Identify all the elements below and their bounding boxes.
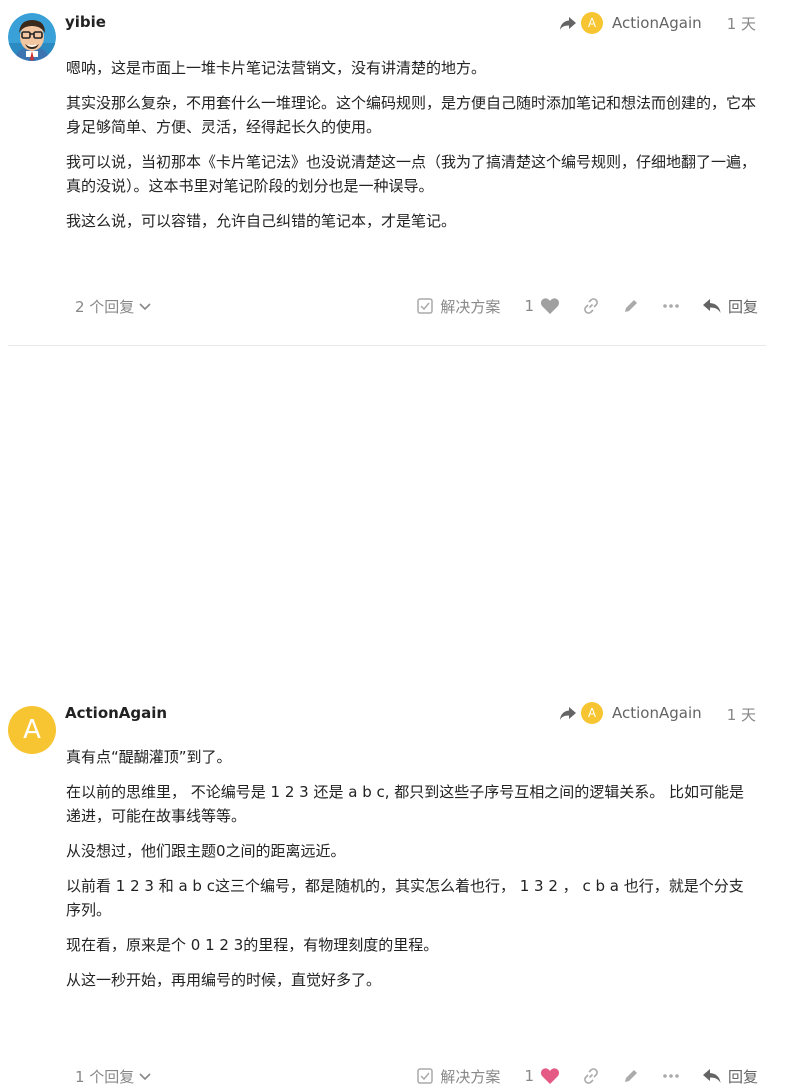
reply-to-avatar: A <box>581 702 603 724</box>
solution-button[interactable]: 解决方案 <box>416 1066 500 1087</box>
post-actions: 2 个回复 解决方案 1 回复 <box>66 291 766 321</box>
reply-to-indicator[interactable]: A ActionAgain <box>559 12 702 34</box>
post-paragraph: 我这么说，可以容错，允许自己纠错的笔记本，才是笔记。 <box>66 212 457 230</box>
reply-label: 回复 <box>727 1067 758 1086</box>
reply-arrow-icon <box>560 707 576 720</box>
like-count: 1 <box>524 1067 534 1085</box>
reply-button[interactable]: 回复 <box>702 296 758 317</box>
like-count: 1 <box>524 297 534 315</box>
chevron-down-icon <box>139 1073 151 1081</box>
checkbox-icon <box>417 1068 434 1084</box>
post-paragraph: 在以前的思维里， 不论编号是 1 2 3 还是 a b c, 都只到这些子序号互… <box>66 783 745 825</box>
reply-arrow-icon <box>560 17 576 30</box>
reply-to-username: ActionAgain <box>612 704 702 722</box>
post-paragraph: 从这一秒开始，再用编号的时候，直觉好多了。 <box>66 971 382 989</box>
replies-toggle-button[interactable]: 2 个回复 <box>75 296 152 317</box>
post-2: A ActionAgain A ActionAgain 1 天 真有点“醍醐灌顶… <box>0 345 788 1086</box>
reply-icon <box>702 299 721 313</box>
link-icon[interactable] <box>582 297 600 315</box>
replies-toggle-button[interactable]: 1 个回复 <box>75 1066 152 1087</box>
solution-label: 解决方案 <box>440 297 501 316</box>
user-avatar[interactable] <box>8 13 56 61</box>
more-icon[interactable] <box>662 1067 680 1085</box>
like-button[interactable]: 1 <box>524 1067 560 1085</box>
pencil-icon[interactable] <box>622 1067 640 1085</box>
replies-count-label: 1 个回复 <box>75 1067 135 1086</box>
link-icon[interactable] <box>582 1067 600 1085</box>
post-username[interactable]: yibie <box>65 13 106 31</box>
post-paragraph: 其实没那么复杂，不用套什么一堆理论。这个编码规则，是方便自己随时添加笔记和想法而… <box>66 94 757 136</box>
chevron-down-icon <box>139 303 151 311</box>
like-button[interactable]: 1 <box>524 297 560 315</box>
solution-button[interactable]: 解决方案 <box>416 296 500 317</box>
heart-icon <box>540 1068 560 1084</box>
post-1: yibie A ActionAgain 1 天 嗯呐，这是市面上一堆卡片笔记法营… <box>0 0 788 345</box>
post-date[interactable]: 1 天 <box>727 13 756 34</box>
post-paragraph: 从没想过，他们跟主题0之间的距离远近。 <box>66 842 346 860</box>
reply-to-username: ActionAgain <box>612 14 702 32</box>
replies-count-label: 2 个回复 <box>75 297 135 316</box>
avatar-image <box>8 13 56 61</box>
reply-button[interactable]: 回复 <box>702 1066 758 1087</box>
user-avatar[interactable]: A <box>8 706 56 754</box>
post-paragraph: 现在看，原来是个 0 1 2 3的里程，有物理刻度的里程。 <box>66 936 439 954</box>
post-username[interactable]: ActionAgain <box>65 704 167 722</box>
post-paragraph: 我可以说，当初那本《卡片笔记法》也没说清楚这一点（我为了搞清楚这个编号规则，仔细… <box>66 153 757 195</box>
reply-to-indicator[interactable]: A ActionAgain <box>559 702 702 724</box>
reply-label: 回复 <box>727 297 758 316</box>
more-icon[interactable] <box>662 297 680 315</box>
reply-to-avatar: A <box>581 12 603 34</box>
post-paragraph: 真有点“醍醐灌顶”到了。 <box>66 748 232 766</box>
post-paragraph: 嗯呐，这是市面上一堆卡片笔记法营销文，没有讲清楚的地方。 <box>66 59 487 77</box>
heart-icon <box>540 298 560 314</box>
post-date[interactable]: 1 天 <box>727 704 756 725</box>
post-body: 嗯呐，这是市面上一堆卡片笔记法营销文，没有讲清楚的地方。 其实没那么复杂，不用套… <box>66 56 756 244</box>
checkbox-icon <box>417 298 434 314</box>
post-actions: 1 个回复 解决方案 1 回复 <box>66 1061 766 1091</box>
post-paragraph: 以前看 1 2 3 和 a b c这三个编号，都是随机的，其实怎么着也行， 1 … <box>66 877 744 919</box>
solution-label: 解决方案 <box>440 1067 501 1086</box>
pencil-icon[interactable] <box>622 297 640 315</box>
reply-icon <box>702 1069 721 1083</box>
post-body: 真有点“醍醐灌顶”到了。 在以前的思维里， 不论编号是 1 2 3 还是 a b… <box>66 745 756 1003</box>
